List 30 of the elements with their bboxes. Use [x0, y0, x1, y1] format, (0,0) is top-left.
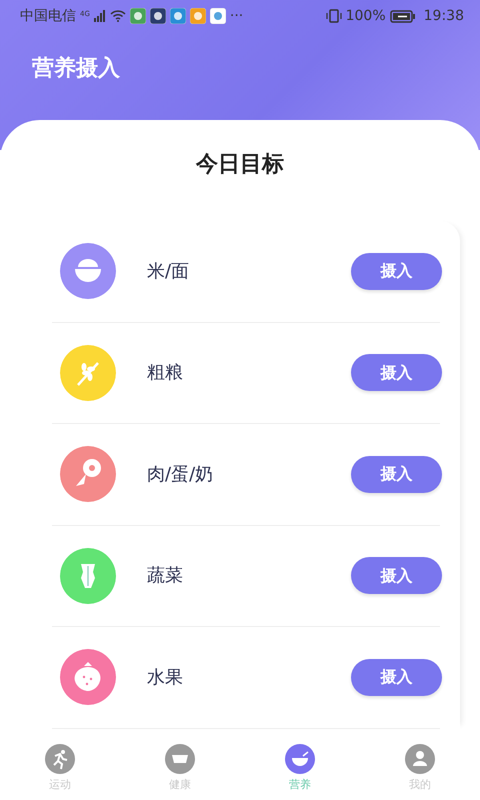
app-icon — [210, 8, 226, 24]
tab-icon — [45, 744, 75, 774]
app-icon — [130, 8, 146, 24]
tab-icon — [165, 744, 195, 774]
food-label: 肉/蛋/奶 — [147, 462, 214, 487]
wifi-icon — [110, 10, 126, 22]
app-icon — [150, 8, 166, 24]
intake-button[interactable]: 摄入 — [351, 456, 442, 493]
tab-icon — [285, 744, 315, 774]
tab-button[interactable]: 营养 — [240, 740, 360, 800]
intake-button[interactable]: 摄入 — [351, 354, 442, 392]
page-title: 营养摄入 — [31, 54, 121, 83]
intake-button[interactable]: 摄入 — [351, 252, 442, 290]
food-label: 水果 — [147, 666, 183, 690]
food-label: 蔬菜 — [147, 564, 183, 588]
intake-button[interactable]: 摄入 — [351, 557, 442, 594]
battery-icon — [390, 10, 416, 22]
food-label: 米/面 — [147, 260, 190, 284]
card-title: 今日目标 — [194, 151, 285, 179]
more-indicator: ··· — [230, 6, 244, 26]
vibrate-icon — [326, 9, 342, 23]
battery-level: 100% — [346, 6, 386, 26]
app-icon — [170, 8, 186, 24]
clock: 19:38 — [424, 6, 464, 26]
carrier-name: 中国电信 — [20, 6, 76, 26]
signal-icon — [94, 10, 106, 22]
app-icon — [190, 8, 206, 24]
intake-button[interactable]: 摄入 — [351, 658, 442, 696]
food-label: 粗粮 — [147, 361, 183, 386]
tab-icon — [405, 744, 435, 774]
